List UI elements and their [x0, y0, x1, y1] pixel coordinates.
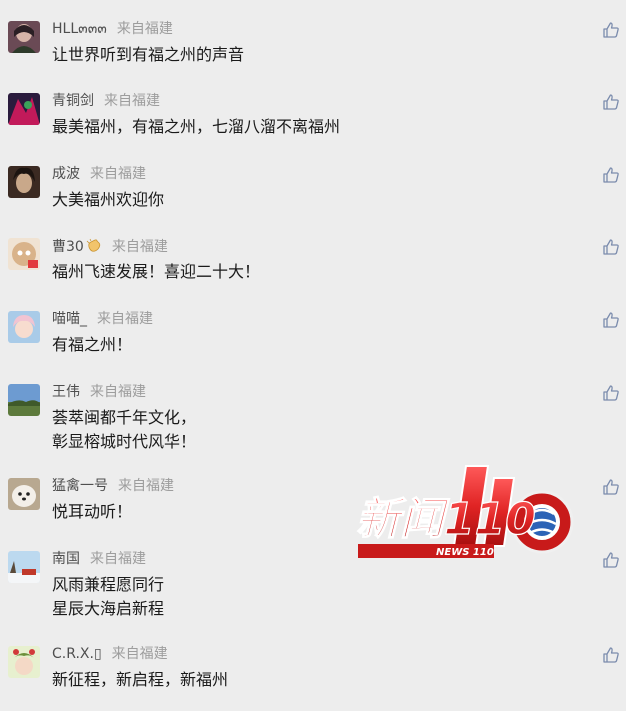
- location-tag: 来自福建: [90, 551, 146, 567]
- comment-text: 最美福州，有福之州，七溜八溜不离福州: [52, 115, 340, 139]
- avatar[interactable]: [8, 551, 40, 583]
- nickname[interactable]: 曹30: [52, 239, 84, 255]
- comment-line: 荟萃闽都千年文化，: [52, 408, 197, 427]
- comment-meta: 猛禽一号 来自福建: [52, 478, 174, 495]
- nickname[interactable]: C.R.X.▯: [52, 646, 102, 662]
- comment-text: 新征程，新启程，新福州: [52, 668, 228, 692]
- comment-text: 有福之州！: [52, 333, 132, 357]
- nickname[interactable]: 喵喵_: [52, 311, 87, 327]
- location-tag: 来自福建: [116, 21, 173, 37]
- comment-meta: C.R.X.▯ 来自福建: [52, 646, 168, 663]
- thumbs-up-icon[interactable]: [602, 166, 620, 184]
- nickname[interactable]: HLL๓๓๓: [52, 21, 107, 37]
- avatar[interactable]: [8, 238, 40, 270]
- thumbs-up-icon[interactable]: [602, 384, 620, 402]
- thumbs-up-icon[interactable]: [602, 93, 620, 111]
- comment-text: 荟萃闽都千年文化， 彰显榕城时代风华！: [52, 406, 196, 454]
- location-tag: 来自福建: [90, 166, 146, 182]
- thumbs-up-icon[interactable]: [602, 551, 620, 569]
- avatar[interactable]: [8, 311, 40, 343]
- thumbs-up-icon[interactable]: [602, 238, 620, 256]
- nickname[interactable]: 猛禽一号: [52, 478, 108, 494]
- news110-logo: 新闻110 NEWS 110: [354, 462, 576, 562]
- comment-meta: HLL๓๓๓ 来自福建: [52, 21, 173, 38]
- avatar[interactable]: [8, 166, 40, 198]
- comment-list: HLL๓๓๓ 来自福建 让世界听到有福之州的声音 青铜剑 来自福建 最美福州，有福之…: [0, 0, 626, 711]
- comment-line: 有福之州！: [52, 335, 133, 354]
- comment-line: 让世界听到有福之州的声音: [52, 45, 245, 64]
- location-tag: 来自福建: [90, 384, 146, 400]
- clapping-hand-icon: [86, 238, 102, 258]
- location-tag: 来自福建: [118, 478, 174, 494]
- avatar[interactable]: [8, 478, 40, 510]
- comment-meta: 喵喵_ 来自福建: [52, 311, 153, 328]
- comment-line: 风雨兼程愿同行: [52, 575, 165, 594]
- thumbs-up-icon[interactable]: [602, 21, 620, 39]
- comment-line: 大美福州欢迎你: [52, 190, 165, 209]
- comment-line: 星辰大海启新程: [52, 599, 165, 618]
- location-tag: 来自福建: [97, 311, 153, 327]
- comment-line: 新征程，新启程，新福州: [52, 670, 229, 689]
- thumbs-up-icon[interactable]: [602, 311, 620, 329]
- comment-text: 风雨兼程愿同行 星辰大海启新程: [52, 573, 164, 621]
- location-tag: 来自福建: [111, 239, 168, 255]
- comment-text: 悦耳动听！: [52, 500, 132, 524]
- avatar[interactable]: [8, 21, 40, 53]
- comment-text: 福州飞速发展！喜迎二十大！: [52, 260, 260, 284]
- comment-meta: 王伟 来自福建: [52, 384, 146, 401]
- comment-line: 悦耳动听！: [52, 502, 133, 521]
- comment-meta: 曹30 来自福建: [52, 238, 168, 258]
- thumbs-up-icon[interactable]: [602, 646, 620, 664]
- avatar[interactable]: [8, 646, 40, 678]
- comment-line: 最美福州，有福之州，七溜八溜不离福州: [52, 117, 341, 136]
- nickname[interactable]: 成波: [52, 166, 80, 182]
- nickname[interactable]: 王伟: [52, 384, 80, 400]
- logo-text: 新闻110: [356, 494, 536, 545]
- avatar[interactable]: [8, 93, 40, 125]
- comment-line: 彰显榕城时代风华！: [52, 432, 197, 451]
- nickname[interactable]: 南国: [52, 551, 80, 567]
- comment-meta: 南国 来自福建: [52, 551, 146, 568]
- comment-text: 让世界听到有福之州的声音: [52, 43, 244, 67]
- avatar[interactable]: [8, 384, 40, 416]
- comment-meta: 成波 来自福建: [52, 166, 146, 183]
- logo-subtext: NEWS 110: [436, 547, 494, 558]
- comment-line: 福州飞速发展！喜迎二十大！: [52, 262, 261, 281]
- nickname[interactable]: 青铜剑: [52, 93, 94, 109]
- comment-text: 大美福州欢迎你: [52, 188, 164, 212]
- comment-meta: 青铜剑 来自福建: [52, 93, 160, 110]
- thumbs-up-icon[interactable]: [602, 478, 620, 496]
- location-tag: 来自福建: [104, 93, 160, 109]
- location-tag: 来自福建: [111, 646, 168, 662]
